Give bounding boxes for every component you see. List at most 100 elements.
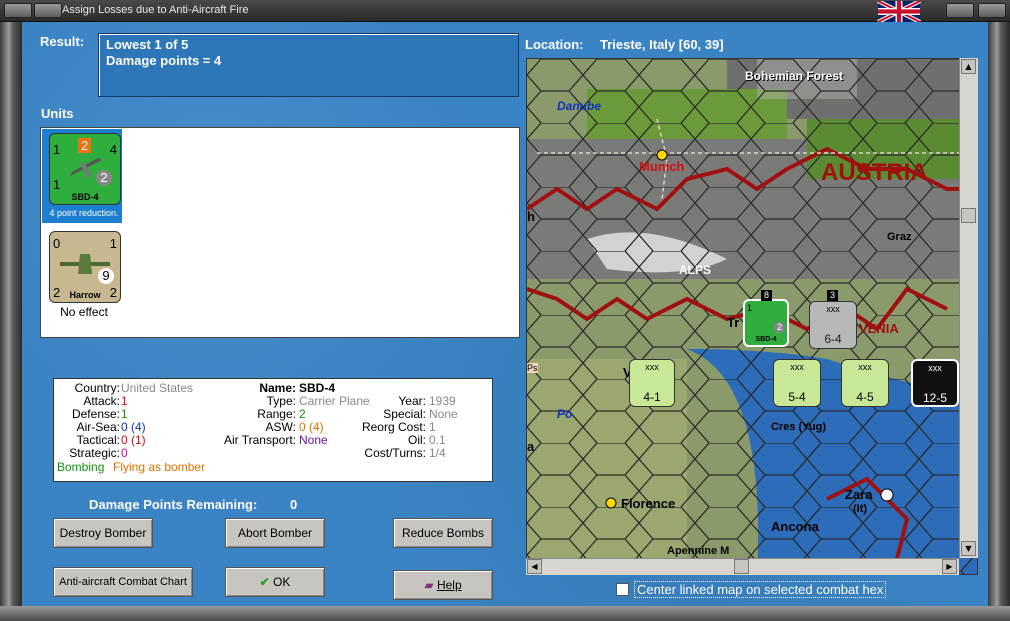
vertical-scroll-thumb[interactable] xyxy=(961,208,976,223)
location-label: Location: xyxy=(525,37,584,52)
map-counter-xii-inf[interactable]: xxx 6-4 xyxy=(809,301,857,349)
special-key: Special: xyxy=(383,407,426,421)
restore-button[interactable] xyxy=(34,3,62,18)
oil-key: Oil: xyxy=(408,433,426,447)
help-label: Help xyxy=(436,578,462,592)
name-key: Name: xyxy=(259,381,296,395)
map-label-zara: Zara xyxy=(845,487,873,502)
system-menu-button[interactable] xyxy=(4,3,32,18)
counter-value: 4-5 xyxy=(856,390,874,404)
counter-size: xxx xyxy=(645,362,659,372)
aa-combat-chart-button[interactable]: Anti-aircraft Combat Chart xyxy=(53,567,193,597)
scroll-left-arrow-icon[interactable]: ◀ xyxy=(527,559,542,574)
map-label-h: h xyxy=(527,209,535,224)
type-value: Carrier Plane xyxy=(299,394,370,408)
air-sea-key: Air-Sea: xyxy=(76,420,120,434)
attack-value: 1 xyxy=(121,394,128,408)
tactical-value: 0 (1) xyxy=(121,433,146,447)
unit-sbd4-attack: 1 xyxy=(53,142,61,157)
map-stack-count-2: 3 xyxy=(827,290,838,301)
map-air-unit-name: SBD-4 xyxy=(755,336,777,343)
map-label-florence: Florence xyxy=(621,496,676,511)
uk-flag-icon xyxy=(877,1,921,22)
map-label-danube: Danube xyxy=(557,99,602,113)
oil-value: 0.1 xyxy=(429,433,446,447)
map-label-venia: VENIA xyxy=(859,321,899,336)
map-air-unit-sbd4[interactable]: 1 2 SBD-4 xyxy=(743,299,789,347)
map-view[interactable]: Bohemian Forest Danube Munich AUSTRIA h … xyxy=(526,58,978,575)
map-label-graz: Graz xyxy=(887,231,912,243)
unit-sbd4-strength: 2 xyxy=(96,170,112,186)
counter-size: xxx xyxy=(826,304,840,314)
country-value: United States xyxy=(121,381,194,395)
reorg-cost-key: Reorg Cost: xyxy=(361,420,426,434)
checkmark-icon: ✔ xyxy=(259,575,270,589)
cost-turns-key: Cost/Turns: xyxy=(364,446,426,460)
units-label: Units xyxy=(41,106,74,121)
window-title: Assign Losses due to Anti-Aircraft Fire xyxy=(62,4,249,16)
map-label-tr: Tr xyxy=(727,315,740,330)
units-list[interactable]: 1 2 4 2 1 SBD-4 4 point reduction. 0 1 9… xyxy=(40,127,520,338)
minimize-button[interactable] xyxy=(978,3,1006,18)
unit-harrow-attack: 0 xyxy=(53,236,61,251)
unit-sbd4-name: SBD-4 xyxy=(71,192,99,202)
result-line-2: Damage points = 4 xyxy=(106,53,222,68)
map-air-unit-attack: 1 xyxy=(747,303,753,313)
map-counter-xx-corps[interactable]: xxx 4-1 xyxy=(629,359,675,407)
defense-key: Defense: xyxy=(71,407,120,421)
close-button[interactable] xyxy=(946,3,974,18)
range-key: Range: xyxy=(257,407,296,421)
unit-counter-sbd4[interactable]: 1 2 4 2 1 SBD-4 xyxy=(49,133,121,205)
counter-value: 5-4 xyxy=(788,390,806,404)
strategic-key: Strategic: xyxy=(69,446,120,460)
map-label-apennine: Apennine M xyxy=(667,545,730,557)
bombing-mission-text: Bombing xyxy=(57,460,105,474)
year-value: 1939 xyxy=(429,394,456,408)
unit-harrow-strength: 9 xyxy=(98,268,114,284)
map-label-it: (It) xyxy=(853,503,868,515)
counter-value: 12-5 xyxy=(922,391,948,405)
destroy-bomber-button[interactable]: Destroy Bomber xyxy=(53,518,153,548)
cost-turns-value: 1/4 xyxy=(429,446,446,460)
air-sea-value: 0 (4) xyxy=(121,420,146,434)
counter-value: 6-4 xyxy=(824,332,842,346)
damage-remaining-label: Damage Points Remaining: xyxy=(89,497,258,512)
frame-left xyxy=(0,22,22,621)
dialog-body: Result: Lowest 1 of 5 Damage points = 4 … xyxy=(22,22,988,606)
center-map-label[interactable]: Center linked map on selected combat hex xyxy=(634,581,887,598)
map-label-ancona: Ancona xyxy=(771,519,819,534)
reorg-cost-value: 1 xyxy=(429,420,436,434)
horizontal-scroll-thumb[interactable] xyxy=(734,559,749,574)
map-horizontal-scrollbar[interactable]: ◀ ▶ xyxy=(526,558,959,575)
unit-sbd4-top-value: 2 xyxy=(78,138,92,153)
scroll-up-arrow-icon[interactable]: ▲ xyxy=(961,59,976,74)
unit-harrow-name: Harrow xyxy=(69,290,101,300)
unit-sbd4-caption: 4 point reduction. xyxy=(49,208,119,218)
unit-counter-harrow[interactable]: 0 1 9 2 2 Harrow xyxy=(49,231,121,303)
attack-key: Attack: xyxy=(83,394,120,408)
scroll-down-arrow-icon[interactable]: ▼ xyxy=(961,541,976,556)
damage-remaining-value: 0 xyxy=(290,497,298,512)
unit-sbd4-defense: 1 xyxy=(53,177,61,192)
map-counter-alpini[interactable]: xxx 5-4 xyxy=(773,359,821,407)
map-counter-celere[interactable]: xxx 4-5 xyxy=(841,359,889,407)
year-key: Year: xyxy=(398,394,426,408)
map-counter-ss-arm[interactable]: xxx 12-5 xyxy=(911,359,959,407)
ok-button[interactable]: ✔ OK xyxy=(225,567,325,597)
help-button[interactable]: ▰ Help xyxy=(393,570,493,600)
counter-size: xxx xyxy=(928,363,942,373)
type-key: Type: xyxy=(266,394,296,408)
result-box: Lowest 1 of 5 Damage points = 4 xyxy=(98,33,519,97)
frame-bottom xyxy=(0,606,1010,621)
center-map-checkbox[interactable] xyxy=(616,583,629,596)
map-label-po: Po xyxy=(557,407,573,421)
scroll-right-arrow-icon[interactable]: ▶ xyxy=(942,559,957,574)
map-label-alps: ALPS xyxy=(679,263,712,277)
frame-right xyxy=(988,22,1010,621)
map-stack-count-1: 8 xyxy=(761,290,772,301)
title-bar: Assign Losses due to Anti-Aircraft Fire xyxy=(0,0,1010,22)
abort-bomber-button[interactable]: Abort Bomber xyxy=(225,518,325,548)
reduce-bombs-button[interactable]: Reduce Bombs xyxy=(393,518,493,548)
map-vertical-scrollbar[interactable]: ▲ ▼ xyxy=(959,58,978,558)
result-label: Result: xyxy=(40,34,85,49)
